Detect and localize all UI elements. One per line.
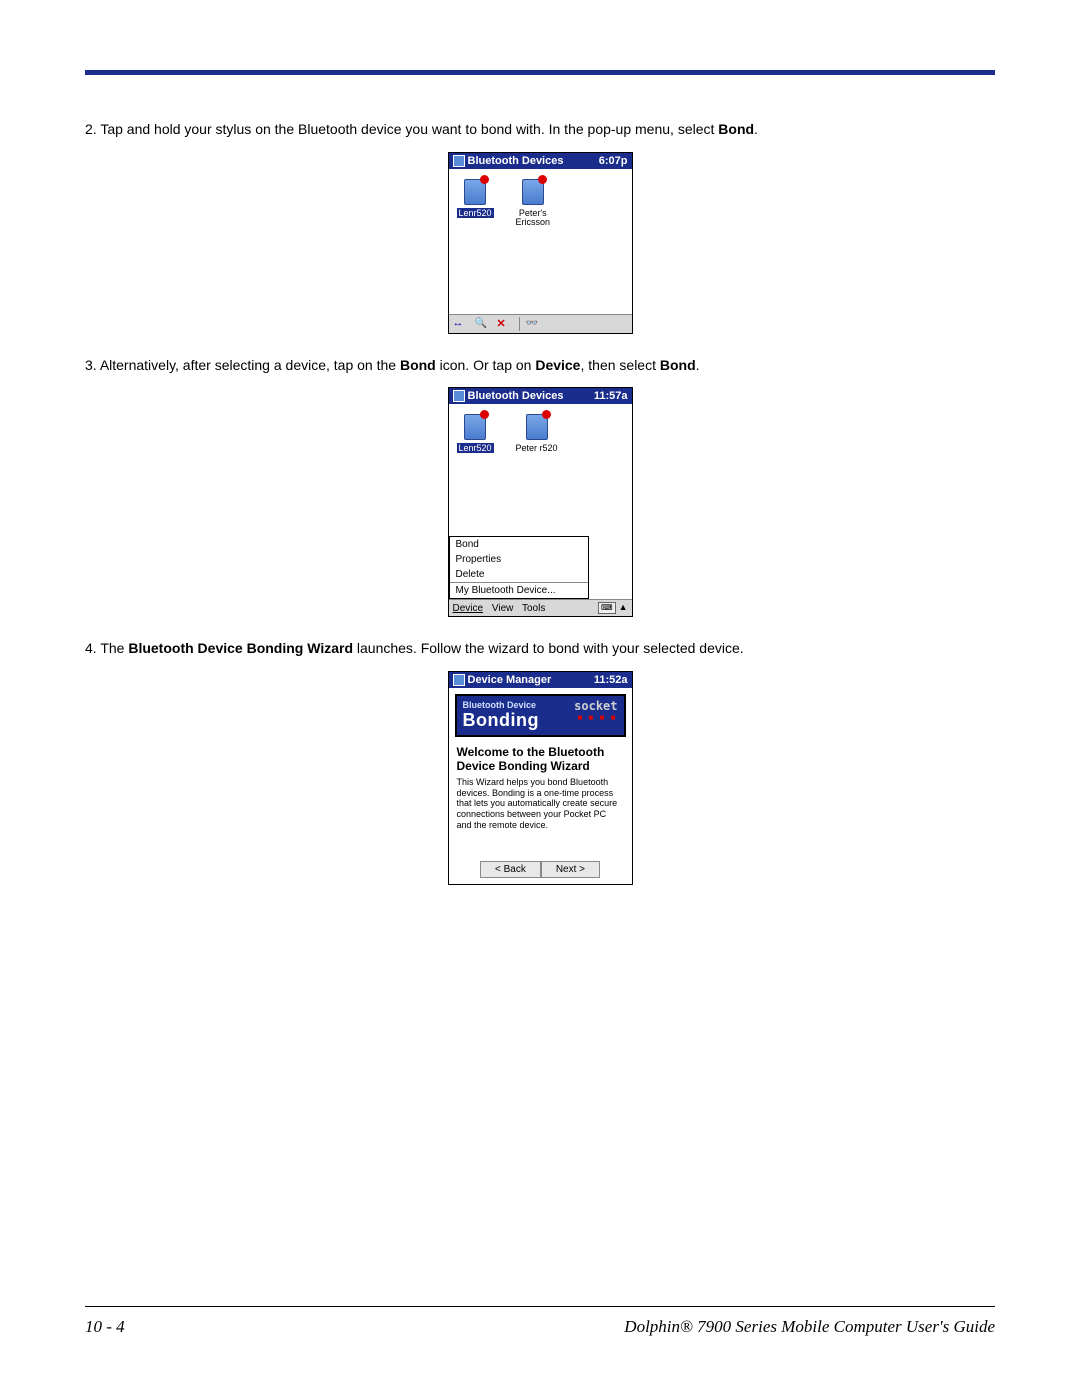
bond-icon[interactable] <box>453 317 469 331</box>
title-3: Device Manager <box>468 674 552 686</box>
device-icon <box>526 414 548 440</box>
menubar-2: Device View Tools ⌨ ▲ <box>449 599 632 616</box>
device-icon <box>522 179 544 205</box>
step-3-tail: . <box>696 357 700 373</box>
step-2: 2. Tap and hold your stylus on the Bluet… <box>85 120 995 140</box>
windows-icon <box>453 155 465 167</box>
screenshot-device-manager: Device Manager 11:52a Bluetooth Device B… <box>448 671 633 885</box>
separator <box>519 317 520 331</box>
step-4-num: 4. <box>85 640 97 656</box>
title-1: Bluetooth Devices <box>468 155 564 167</box>
step-3-bold-b: Device <box>535 357 580 373</box>
step-4-text-a: The <box>100 640 128 656</box>
toolbar-1: ✕ <box>449 314 632 333</box>
socket-text: socket <box>574 699 617 713</box>
menu-bond[interactable]: Bond <box>450 537 588 552</box>
menu-mydevice[interactable]: My Bluetooth Device... <box>450 583 588 598</box>
step-3-text-a: Alternatively, after selecting a device,… <box>100 357 400 373</box>
page-footer: 10 - 4 Dolphin® 7900 Series Mobile Compu… <box>85 1306 995 1337</box>
device-lenr520-2[interactable]: Lenr520 <box>457 414 494 454</box>
step-3-text-b: icon. Or tap on <box>436 357 536 373</box>
device-1-label-2: Lenr520 <box>457 443 494 453</box>
wizard-welcome: Welcome to the Bluetooth Device Bonding … <box>457 745 624 773</box>
windows-icon <box>453 390 465 402</box>
time-2: 11:57a <box>594 390 628 402</box>
step-4: 4. The Bluetooth Device Bonding Wizard l… <box>85 639 995 659</box>
socket-logo: socket ■ ■ ■ ■ <box>574 699 617 722</box>
step-3-bold-a: Bond <box>400 357 436 373</box>
footer-rule <box>85 1306 995 1307</box>
menu-tools[interactable]: Tools <box>522 603 545 614</box>
device-lenr520[interactable]: Lenr520 <box>457 179 494 229</box>
menu-properties[interactable]: Properties <box>450 552 588 567</box>
device-1-label: Lenr520 <box>457 208 494 218</box>
page-number: 10 - 4 <box>85 1317 125 1337</box>
screenshot-bluetooth-devices-1: Bluetooth Devices 6:07p Lenr520 Peter's … <box>448 152 633 334</box>
arrow-up-icon[interactable]: ▲ <box>619 602 628 612</box>
wizard-description: This Wizard helps you bond Bluetooth dev… <box>457 777 624 831</box>
device-2b-label: Ericsson <box>516 217 551 227</box>
menu-delete[interactable]: Delete <box>450 567 588 582</box>
step-2-tail: . <box>754 121 758 137</box>
device-icon <box>464 179 486 205</box>
bonding-banner: Bluetooth Device Bonding socket ■ ■ ■ ■ <box>455 694 626 737</box>
guide-title: Dolphin® 7900 Series Mobile Computer Use… <box>624 1317 995 1337</box>
titlebar-2: Bluetooth Devices 11:57a <box>449 388 632 404</box>
keyboard-icon[interactable]: ⌨ <box>598 602 616 614</box>
menu-view[interactable]: View <box>492 603 514 614</box>
device-2-label-2: Peter r520 <box>516 443 558 453</box>
step-4-bold-a: Bluetooth Device Bonding Wizard <box>128 640 353 656</box>
menu-device[interactable]: Device <box>453 603 484 614</box>
device-icon <box>464 414 486 440</box>
socket-dots: ■ ■ ■ ■ <box>574 713 617 722</box>
title-2: Bluetooth Devices <box>468 390 564 402</box>
step-2-bold: Bond <box>718 121 754 137</box>
step-3-bold-c: Bond <box>660 357 696 373</box>
step-3: 3. Alternatively, after selecting a devi… <box>85 356 995 376</box>
titlebar-3: Device Manager 11:52a <box>449 672 632 688</box>
device-2a-label: Peter's <box>519 208 547 218</box>
step-4-text-b: launches. Follow the wizard to bond with… <box>353 640 744 656</box>
titlebar-1: Bluetooth Devices 6:07p <box>449 153 632 169</box>
device-peters-ericsson[interactable]: Peter's Ericsson <box>516 179 551 229</box>
time-3: 11:52a <box>594 674 628 686</box>
time-1: 6:07p <box>599 155 628 167</box>
top-rule <box>85 70 995 75</box>
back-button[interactable]: < Back <box>480 861 541 878</box>
step-3-text-c: , then select <box>580 357 659 373</box>
next-button[interactable]: Next > <box>541 861 600 878</box>
step-2-num: 2. <box>85 121 97 137</box>
delete-icon[interactable]: ✕ <box>497 317 513 331</box>
step-3-num: 3. <box>85 357 97 373</box>
view-icon[interactable] <box>526 317 542 331</box>
screenshot-bluetooth-devices-2: Bluetooth Devices 11:57a Lenr520 Peter r… <box>448 387 633 617</box>
windows-icon <box>453 674 465 686</box>
search-icon[interactable] <box>475 317 491 331</box>
context-menu: Bond Properties Delete My Bluetooth Devi… <box>449 536 589 599</box>
step-2-text: Tap and hold your stylus on the Bluetoot… <box>100 121 718 137</box>
device-peter-r520[interactable]: Peter r520 <box>516 414 558 454</box>
